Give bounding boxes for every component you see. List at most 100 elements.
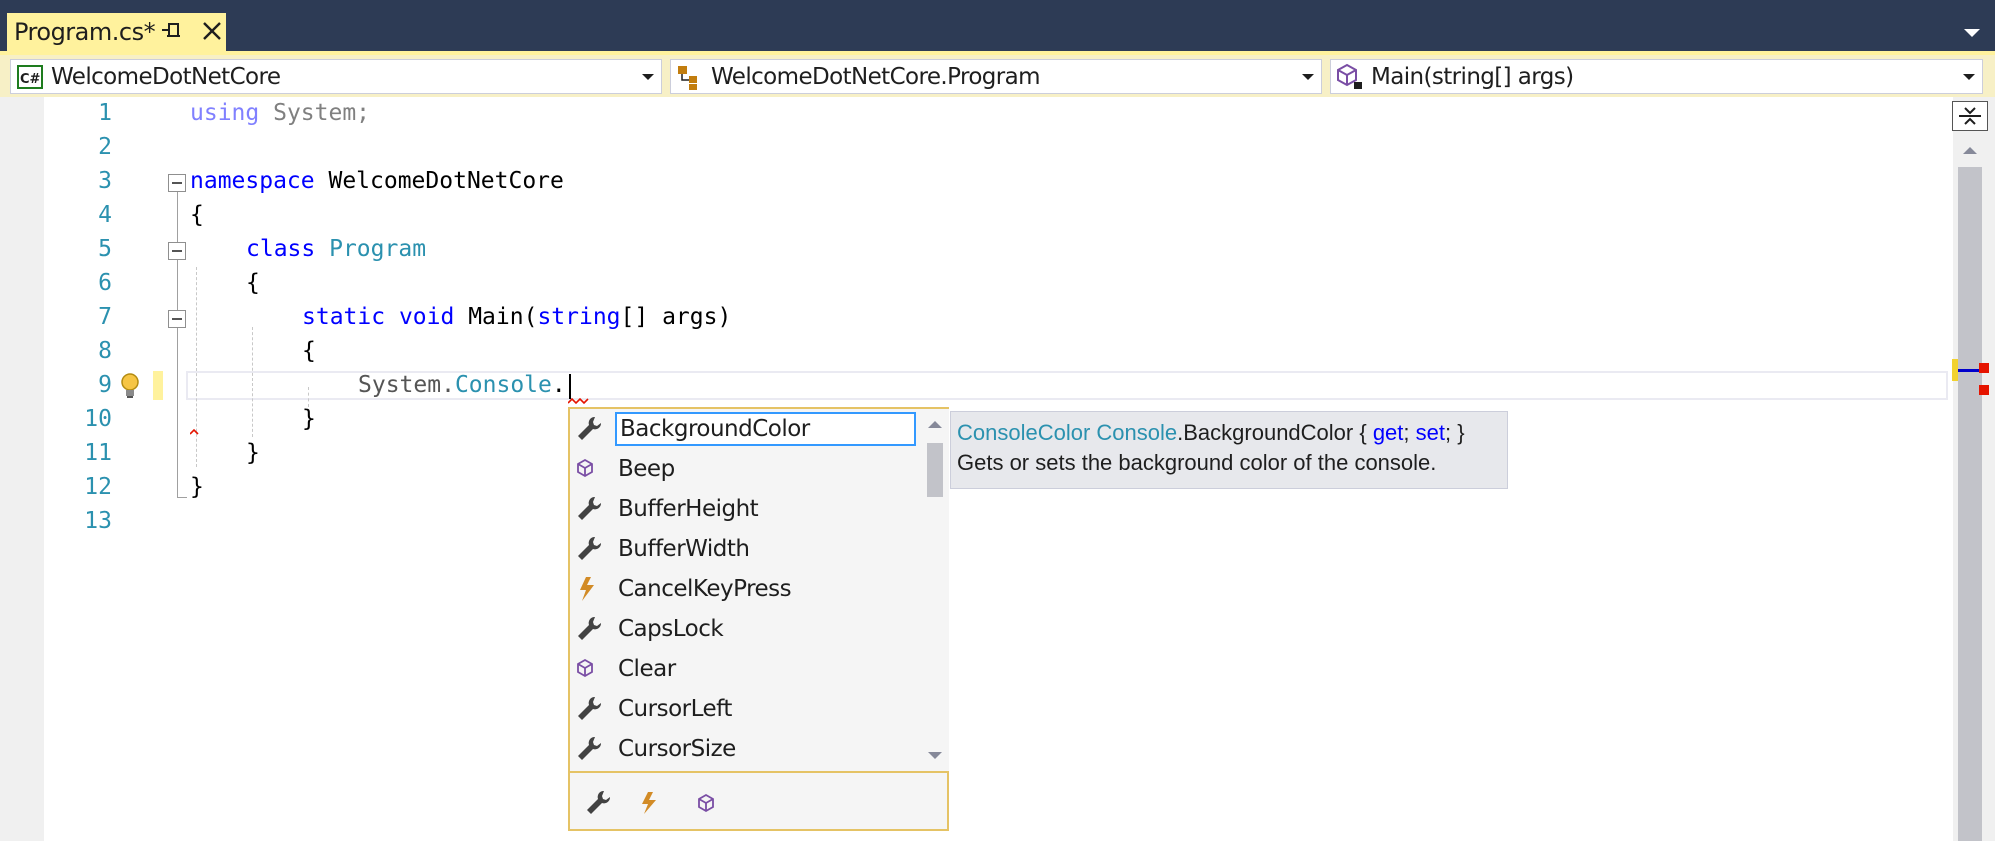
collapse-method[interactable]: [168, 310, 186, 328]
completion-item[interactable]: BackgroundColor: [570, 409, 921, 449]
svg-text:C#: C#: [20, 72, 41, 87]
keyword: string: [537, 304, 621, 330]
code-line-10: }: [302, 406, 316, 432]
line-number: 12: [84, 474, 112, 500]
keyword: class: [246, 236, 316, 262]
code-text: Main(: [454, 304, 538, 330]
tab-list-dropdown-icon[interactable]: [1958, 21, 1986, 43]
code-text: .: [551, 372, 566, 398]
outline-end: [177, 497, 187, 498]
scrollbar-thumb[interactable]: [1958, 167, 1982, 841]
completion-scrollbar[interactable]: [921, 409, 949, 771]
code-line-3: namespace WelcomeDotNetCore: [190, 168, 564, 194]
scroll-up-icon[interactable]: [1960, 143, 1980, 157]
completion-item[interactable]: Clear: [570, 649, 921, 689]
quick-info-description: Gets or sets the background color of the…: [957, 450, 1437, 475]
navigation-bar: C# WelcomeDotNetCore WelcomeDotNetCore.P…: [0, 51, 1995, 97]
code-text: WelcomeDotNetCore: [314, 168, 564, 194]
quick-info-signature: ConsoleColor Console.BackgroundColor { g…: [957, 420, 1501, 446]
csharp-project-icon: C#: [17, 64, 43, 89]
completion-item[interactable]: BufferWidth: [570, 529, 921, 569]
line-number: 9: [98, 372, 112, 398]
tab-title: Program.cs*: [14, 18, 156, 46]
event-filter-icon[interactable]: [632, 787, 666, 819]
method-cube-icon: [577, 658, 593, 678]
member-label: Main(string[] args): [1371, 63, 1574, 90]
property-wrench-icon: [578, 536, 602, 560]
type-combo[interactable]: WelcomeDotNetCore.Program: [670, 59, 1322, 94]
glyph-margin: [0, 97, 44, 841]
change-indicator: [153, 371, 163, 400]
completion-item[interactable]: CursorSize: [570, 729, 921, 769]
code-line-5: class Program: [246, 236, 426, 262]
member-combo[interactable]: Main(string[] args): [1330, 59, 1983, 94]
code-line-1: using System;: [190, 100, 370, 126]
code-line-7: static void Main(string[] args): [302, 304, 731, 330]
line-number: 5: [98, 236, 112, 262]
line-number: 11: [84, 440, 112, 466]
chevron-down-icon: [1302, 74, 1314, 80]
qi-member: .BackgroundColor {: [1177, 420, 1373, 445]
keyword: using: [190, 100, 260, 126]
method-cube-icon: [577, 458, 593, 478]
collapse-namespace[interactable]: [168, 174, 186, 192]
completion-item-label: BufferWidth: [618, 536, 750, 562]
completion-item[interactable]: CancelKeyPress: [570, 569, 921, 609]
completion-item-label: CursorSize: [618, 736, 736, 762]
qi-owner: Console: [1090, 420, 1178, 445]
intellisense-completion-list[interactable]: BackgroundColor Beep BufferHeight Buffer…: [568, 407, 949, 831]
scroll-error-marker: [1979, 363, 1989, 373]
code-editor[interactable]: 1 2 3 4 5 6 7 8 9 10 11 12 13 using Syst…: [0, 97, 1995, 841]
qi-type: ConsoleColor: [957, 420, 1091, 445]
line-number: 10: [84, 406, 112, 432]
error-squiggle: [568, 397, 589, 405]
project-label: WelcomeDotNetCore: [51, 63, 281, 90]
close-tab-icon[interactable]: [197, 15, 227, 47]
completion-item-label: Beep: [618, 456, 675, 482]
line-number: 13: [84, 508, 112, 534]
pin-icon[interactable]: [159, 17, 185, 45]
qi-get: get: [1372, 420, 1404, 445]
text-caret: [569, 374, 571, 399]
completion-filter-bar: [570, 771, 947, 829]
line-number: 7: [98, 304, 112, 330]
code-line-4: {: [190, 202, 204, 228]
property-wrench-icon: [578, 416, 602, 440]
qi-end: ; }: [1445, 420, 1465, 445]
completion-items: BackgroundColor Beep BufferHeight Buffer…: [570, 409, 921, 771]
property-filter-icon[interactable]: [580, 787, 614, 819]
property-wrench-icon: [578, 496, 602, 520]
project-combo[interactable]: C# WelcomeDotNetCore: [10, 59, 662, 94]
completion-item[interactable]: CapsLock: [570, 609, 921, 649]
scroll-error-marker: [1979, 385, 1989, 395]
chevron-down-icon: [642, 74, 654, 80]
completion-item[interactable]: CursorLeft: [570, 689, 921, 729]
qi-set: set: [1415, 420, 1445, 445]
line-number: 8: [98, 338, 112, 364]
line-number: 1: [98, 100, 112, 126]
error-squiggle: [190, 428, 199, 435]
tab-program-cs[interactable]: Program.cs*: [7, 13, 226, 51]
code-line-12: }: [190, 474, 204, 500]
method-filter-icon[interactable]: [690, 787, 724, 819]
scroll-up-icon[interactable]: [925, 417, 945, 431]
event-lightning-icon: [580, 577, 594, 601]
property-wrench-icon: [578, 736, 602, 760]
code-text: System;: [259, 100, 371, 126]
keyword: namespace: [190, 168, 315, 194]
property-wrench-icon: [578, 696, 602, 720]
qi-sep: ;: [1403, 420, 1416, 445]
property-wrench-icon: [578, 616, 602, 640]
split-window-button[interactable]: [1952, 101, 1988, 131]
lightbulb-icon[interactable]: [117, 371, 143, 401]
code-line-9: System.Console.: [358, 372, 566, 398]
type-name: Console: [454, 372, 552, 398]
completion-item[interactable]: Beep: [570, 449, 921, 489]
scroll-down-icon[interactable]: [925, 749, 945, 763]
collapse-class[interactable]: [168, 242, 186, 260]
completion-item[interactable]: BufferHeight: [570, 489, 921, 529]
outline-guide: [177, 192, 178, 498]
completion-scroll-thumb[interactable]: [927, 443, 943, 497]
code-text: [] args): [620, 304, 732, 330]
completion-item-label: CapsLock: [618, 616, 724, 642]
